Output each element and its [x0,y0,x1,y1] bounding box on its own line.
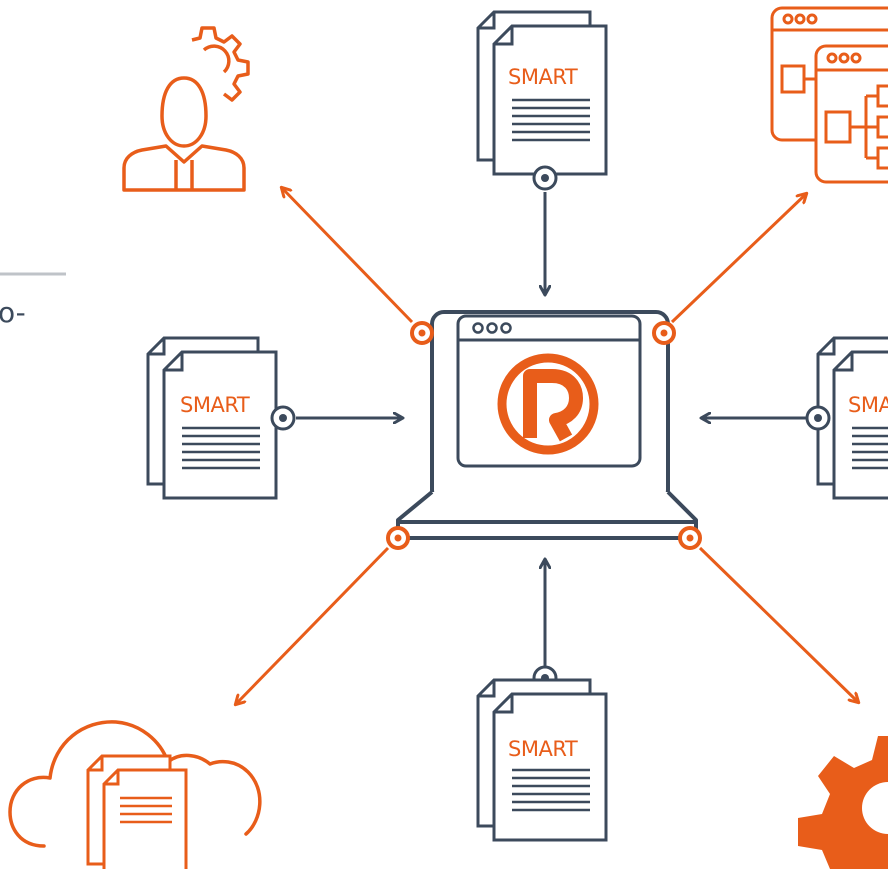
smart-document-hub-diagram: o- SMART SMART SMA SMART [0,6,888,869]
gear-icon [798,736,888,869]
document-label: SMART [180,393,250,417]
smart-document-top: SMART [476,10,608,191]
arrow-to-user [282,188,414,324]
smart-document-left: SMART [146,336,296,500]
user-gear-icon [122,26,250,192]
smart-document-bottom: SMART [476,665,608,842]
diagram-canvas: o- SMART SMART SMA SMART [0,0,888,869]
smart-document-right: SMA [805,336,888,500]
arrow-to-apps [670,194,806,324]
cloud-documents-icon [8,720,262,869]
app-windows-flowchart-icon [770,6,888,184]
document-label: SMA [848,393,888,417]
cropped-text: o- [0,296,26,329]
document-label: SMART [508,737,578,761]
arrow-to-gear [698,546,858,702]
laptop-base [396,490,698,540]
document-label: SMART [508,65,578,89]
arrow-to-cloud [236,546,390,704]
center-laptop [396,310,698,540]
